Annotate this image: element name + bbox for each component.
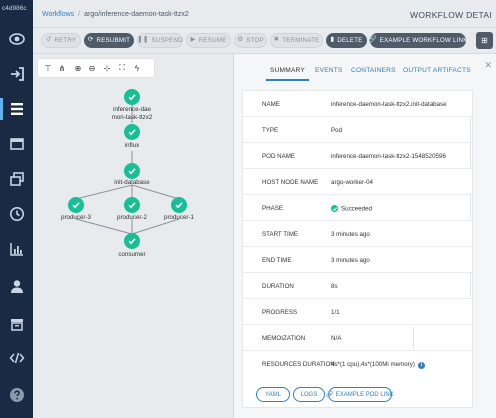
example-workflow-link-button[interactable]: 🔗 EXAMPLE WORKFLOW LINK: [368, 33, 467, 48]
check-icon: [128, 202, 136, 209]
stop-button[interactable]: ⚙ STOP: [234, 33, 267, 48]
summary-row-pod-name: POD NAME inference-daemon-task-ttzx2-154…: [243, 143, 472, 169]
graph-node-producer-1[interactable]: [171, 197, 187, 213]
summary-row-phase: PHASE Succeeded: [243, 195, 472, 221]
column-divider: [470, 143, 471, 167]
retry-button[interactable]: ↺ RETRY: [41, 33, 81, 48]
terminate-button[interactable]: ✖ TERMINATE: [270, 33, 323, 48]
check-icon: [175, 202, 183, 209]
action-toolbar: ↺ RETRY ⟳ RESUBMIT ❚❚ SUSPEND ▶ RESUME ⚙ STOP…: [33, 28, 496, 54]
check-icon: [128, 168, 136, 175]
tab-containers[interactable]: CONTAINERS: [351, 67, 396, 74]
tab-events[interactable]: EVENTS: [315, 67, 343, 74]
left-navigation: c4d986c: [0, 0, 33, 418]
graph-node-root[interactable]: [124, 89, 140, 105]
nav-help-icon[interactable]: [0, 382, 33, 408]
nav-user-icon[interactable]: [0, 273, 33, 299]
pause-icon: ❚❚: [137, 36, 149, 44]
check-icon: [128, 129, 136, 136]
nav-sign-in-icon[interactable]: [0, 61, 33, 87]
trash-icon: ▮: [330, 36, 335, 44]
version-label: c4d986c: [2, 5, 27, 12]
check-icon: [128, 238, 136, 245]
graph-node-producer-2[interactable]: [124, 197, 140, 213]
sitemap-icon: ⊞: [481, 36, 488, 45]
breadcrumb-workflows-link[interactable]: Workflows: [42, 11, 74, 18]
summary-row-resources-duration: RESOURCES DURATION 4s*(1 cpu),4s*(100Mi …: [243, 351, 472, 377]
tab-output-artifacts[interactable]: OUTPUT ARTIFACTS: [403, 67, 471, 74]
play-icon: ▶: [190, 36, 196, 44]
breadcrumb-current: argo/inference-daemon-task-ttzx2: [84, 11, 189, 18]
logs-button[interactable]: LOGS: [293, 387, 325, 402]
close-icon[interactable]: ✕: [484, 60, 492, 71]
example-pod-link-button[interactable]: 🔗 EXAMPLE POD LINK: [326, 387, 394, 402]
info-icon[interactable]: i: [417, 361, 425, 369]
summary-row-duration: DURATION 8s: [243, 273, 472, 299]
graph-node-consumer[interactable]: [124, 233, 140, 249]
nav-timeline-icon[interactable]: [0, 26, 33, 52]
page-header: Workflows / argo/inference-daemon-task-ttz…: [33, 0, 496, 28]
nav-workflows-icon[interactable]: [0, 96, 33, 122]
phase-status: Succeeded: [341, 205, 372, 213]
summary-card: NAME inference-daemon-task-ttzx2.init-da…: [242, 90, 473, 408]
details-tabs: SUMMARY EVENTS CONTAINERS OUTPUT ARTIFAC…: [234, 54, 496, 88]
check-icon: [128, 94, 136, 101]
summary-row-progress: PROGRESS 1/1: [243, 299, 472, 325]
graph-node-init-database[interactable]: [124, 163, 140, 179]
breadcrumb: Workflows / argo/inference-daemon-task-ttz…: [42, 11, 189, 18]
suspend-button[interactable]: ❚❚ SUSPEND: [137, 33, 183, 48]
summary-row-memoization: MEMOIZATION N/A: [243, 325, 472, 351]
graph-node-init-database-label: init-database: [114, 179, 150, 186]
resubmit-icon: ⟳: [87, 36, 94, 44]
retry-icon: ↺: [45, 36, 52, 44]
nav-reports-icon[interactable]: [0, 236, 33, 262]
summary-row-name: NAME inference-daemon-task-ttzx2.init-da…: [243, 91, 472, 117]
column-divider: [413, 327, 414, 349]
summary-row-end-time: END TIME 3 minutes ago: [243, 247, 472, 273]
resume-button[interactable]: ▶ RESUME: [186, 33, 231, 48]
nav-api-docs-icon[interactable]: [0, 345, 33, 371]
graph-node-producer-3[interactable]: [68, 197, 84, 213]
yaml-button[interactable]: YAML: [256, 387, 290, 402]
check-icon: [72, 202, 80, 209]
nav-cluster-templates-icon[interactable]: [0, 166, 33, 192]
terminate-icon: ✖: [273, 36, 280, 44]
resubmit-button[interactable]: ⟳ RESUBMIT: [84, 33, 134, 48]
graph-node-root-label: inference-dae mon-task-ttzx2: [111, 106, 153, 121]
graph-node-influx-label: influx: [124, 142, 140, 149]
node-details-panel: SUMMARY EVENTS CONTAINERS OUTPUT ARTIFAC…: [233, 54, 496, 418]
graph-node-consumer-label: consumer: [118, 251, 146, 258]
column-divider: [470, 195, 471, 219]
column-divider: [470, 273, 471, 297]
workflow-graph: ⊤ ⋔ ⊕ ⊖ ⊹ ⛶ ϟ inference-dae mon-task-ttz…: [33, 54, 233, 418]
page-title: WORKFLOW DETAI: [410, 10, 492, 20]
layout-toggle-button[interactable]: ⊞: [476, 32, 493, 49]
success-check-icon: [331, 205, 338, 212]
graph-node-producer-3-label: producer-3: [61, 214, 91, 221]
summary-row-host-node-name: HOST NODE NAME argo-worker-04: [243, 169, 472, 195]
stop-icon: ⚙: [237, 36, 244, 44]
graph-node-influx[interactable]: [124, 124, 140, 140]
summary-row-start-time: START TIME 3 minutes ago: [243, 221, 472, 247]
nav-templates-icon[interactable]: [0, 131, 33, 157]
breadcrumb-separator: /: [78, 11, 81, 18]
nav-cron-icon[interactable]: [0, 201, 33, 227]
delete-button[interactable]: ▮ DELETE: [326, 33, 367, 48]
graph-node-producer-1-label: producer-1: [164, 214, 194, 221]
tab-summary[interactable]: SUMMARY: [266, 67, 309, 81]
link-icon: 🔗: [326, 392, 334, 398]
summary-row-type: TYPE Pod: [243, 117, 472, 143]
nav-archive-icon[interactable]: [0, 311, 33, 337]
column-divider: [470, 117, 471, 141]
link-icon: 🔗: [368, 36, 377, 44]
